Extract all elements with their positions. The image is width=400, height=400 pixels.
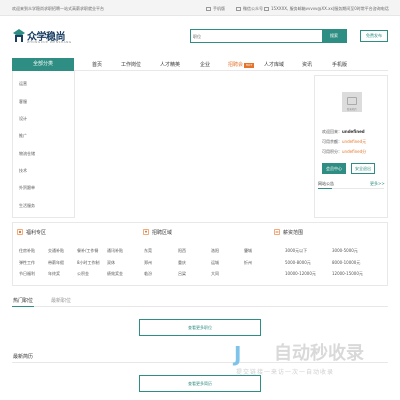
camera-icon (347, 97, 357, 105)
region-item[interactable]: 吕梁 (178, 271, 186, 277)
active-tab-underline (318, 188, 332, 189)
category-item[interactable]: 推广 (19, 133, 27, 139)
salary-title: 薪资范围 (283, 230, 304, 236)
watermark-brand: 自动秒收录 (274, 343, 364, 364)
welfare-item[interactable]: 绩效奖金 (107, 271, 123, 277)
search-input[interactable] (204, 31, 310, 42)
welcome-row: 欢迎回来：undefined (322, 129, 365, 134)
free-publish-button[interactable]: 免费发布 (360, 30, 388, 42)
region-item[interactable]: 忻州 (244, 260, 252, 266)
notice-tab[interactable]: 网站公告 (318, 181, 334, 187)
search-scope-select[interactable]: 职位 (193, 34, 201, 40)
welfare-item[interactable]: 弹性工作 (19, 260, 35, 266)
region-item[interactable]: 洛阳 (211, 248, 219, 254)
region-item[interactable]: 郑州 (144, 260, 152, 266)
heart-icon (17, 229, 23, 235)
region-item[interactable]: 阳西 (178, 248, 186, 254)
money-icon (274, 229, 280, 235)
logout-button[interactable]: 安全退出 (351, 163, 375, 174)
category-item[interactable]: 运营 (19, 81, 27, 87)
nav-mobile[interactable]: 手机版 (332, 61, 347, 68)
map-icon (143, 229, 149, 235)
search-box: 职位 搜索 (190, 29, 347, 43)
main-nav: 全部分类 首页 工作岗位 人才精英 企业 招聘会 HOT 人才库域 资讯 手机版 (12, 58, 388, 71)
wechat-icon (236, 7, 241, 11)
latest-resumes-title: 最新简历 (13, 354, 34, 360)
region-item[interactable]: 大同 (211, 271, 219, 277)
region-item[interactable]: 重庆 (178, 260, 186, 266)
nav-news[interactable]: 资讯 (302, 61, 312, 68)
active-tab-underline (12, 306, 34, 307)
salary-item[interactable]: 8000-10000元 (332, 260, 360, 266)
welfare-item[interactable]: 交通补贴 (48, 248, 64, 254)
category-item[interactable]: 外贸跟单 (19, 185, 35, 191)
logo-subtitle: ZHONGXUE WENSHANG (27, 40, 72, 44)
salary-item[interactable]: 3000-5000元 (332, 248, 358, 254)
watermark: J 自动秒收录 提交链接一来访一次一自动收录 (234, 340, 384, 380)
category-item[interactable]: 设计 (19, 116, 27, 122)
region-title: 招聘区域 (152, 230, 173, 236)
category-item[interactable]: 物流仓储 (19, 151, 35, 157)
category-item[interactable]: 生活服务 (19, 203, 35, 209)
divider (12, 306, 388, 307)
more-jobs-button[interactable]: 查看更多职位 (139, 319, 261, 336)
salary-item[interactable]: 12000-15000元 (332, 271, 363, 277)
welcome-text: 欢迎来到众学稳尚求职招聘—站式高薪求职就业平台 (12, 6, 104, 11)
welfare-item[interactable]: 节日福利 (19, 271, 35, 277)
category-item[interactable]: 技术 (19, 168, 27, 174)
site-logo[interactable]: 众学稳尚 ZHONGXUE WENSHANG (13, 28, 75, 46)
welfare-item[interactable]: 年终奖 (48, 271, 60, 277)
hot-badge: HOT (244, 63, 255, 68)
mobile-link[interactable]: 手机版 (206, 6, 225, 12)
watermark-slogan: 提交链接一来访一次一自动收录 (236, 369, 335, 376)
phone-icon (206, 7, 211, 11)
top-bar: 欢迎来到众学稳尚求职招聘—站式高薪求职就业平台 手机版 微信公众号 15XXXX… (0, 0, 400, 16)
nav-talent-pool[interactable]: 人才库域 (264, 61, 284, 68)
welfare-item[interactable]: 通讯补贴 (107, 248, 123, 254)
nav-jobs[interactable]: 工作岗位 (121, 61, 141, 68)
salary-item[interactable]: 5000-8000元 (285, 260, 311, 266)
avatar: 暂无相片 (342, 92, 362, 112)
welfare-item[interactable]: 8小时工作制 (77, 260, 100, 266)
all-categories-button[interactable]: 全部分类 (12, 58, 74, 71)
category-sidebar: 运营 客服 设计 推广 物流仓储 技术 外贸跟单 生活服务 (12, 71, 75, 218)
nav-job-fair[interactable]: 招聘会 HOT (228, 61, 255, 68)
region-item[interactable]: 运城 (211, 260, 219, 266)
region-item[interactable]: 东莞 (144, 248, 152, 254)
balance-row: 可用余额：undefined元 (322, 139, 367, 144)
nav-home[interactable]: 首页 (92, 61, 102, 68)
salary-item[interactable]: 3000元以下 (285, 248, 307, 254)
nav-talent[interactable]: 人才精英 (160, 61, 180, 68)
welfare-item[interactable]: 带薪年假 (48, 260, 64, 266)
welfare-item[interactable]: 公积金 (77, 271, 89, 277)
welfare-item[interactable]: 餐补/工作餐 (77, 248, 98, 254)
banner-area (80, 71, 310, 218)
wechat-link[interactable]: 微信公众号 (236, 6, 263, 12)
nav-companies[interactable]: 企业 (200, 61, 210, 68)
welfare-item[interactable]: 双休 (107, 260, 115, 266)
salary-item[interactable]: 10000-12000元 (285, 271, 316, 277)
tab-latest-jobs[interactable]: 最新职位 (51, 297, 71, 304)
welfare-title: 福利专区 (26, 230, 47, 236)
welfare-item[interactable]: 住房补贴 (19, 248, 35, 254)
search-button[interactable]: 搜索 (322, 30, 346, 42)
contact-info: 15XXXX, 服务邮箱vvvvv@XX.xx|服务期间至0时常平台咨询电话 (264, 6, 396, 12)
tab-hot-jobs[interactable]: 热门职位 (13, 297, 33, 304)
member-center-button[interactable]: 会员中心 (322, 163, 346, 174)
points-row: 可用积分：undefined分 (322, 149, 367, 154)
phone-icon (264, 7, 269, 11)
category-item[interactable]: 客服 (19, 99, 27, 105)
logo-mark-icon (13, 29, 25, 42)
watermark-logo-icon: J (234, 342, 242, 366)
notice-more-link[interactable]: 更多>> (370, 181, 385, 187)
region-item[interactable]: 肇城 (244, 248, 252, 254)
region-item[interactable]: 临汾 (144, 271, 152, 277)
